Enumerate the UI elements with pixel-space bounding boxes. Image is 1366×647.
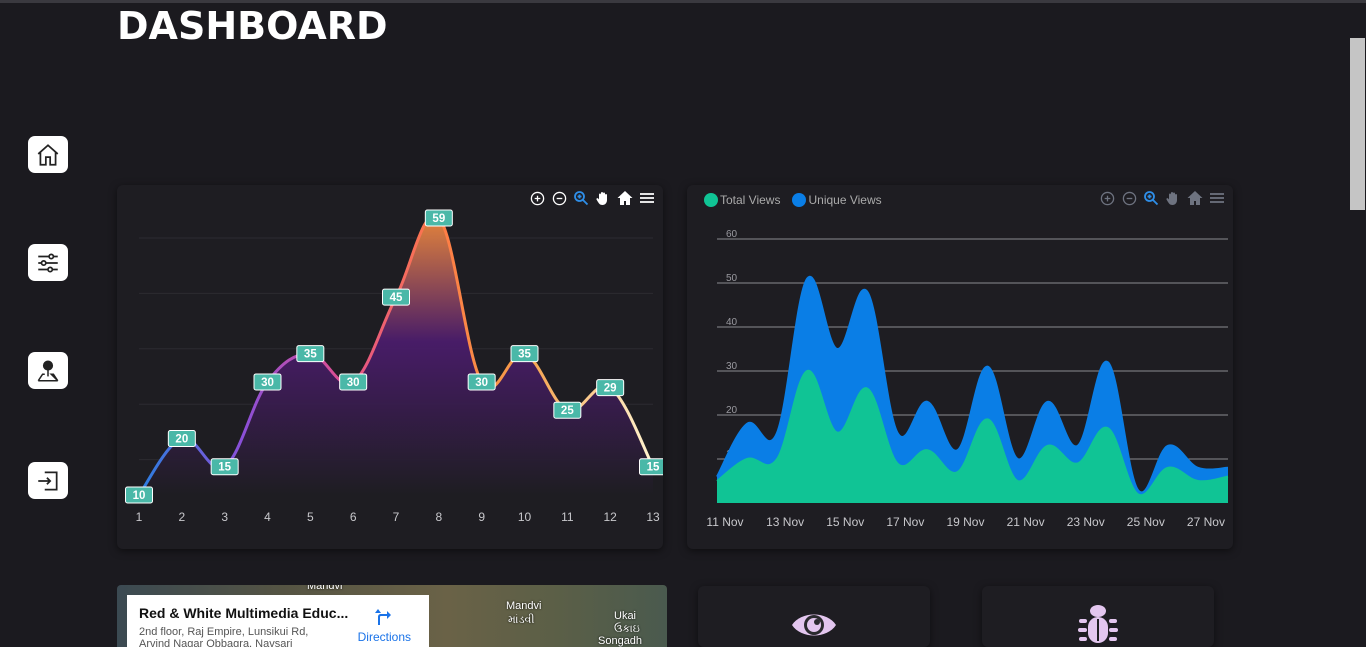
series-area-chart: 102015303530455930352529151 2 3 4 5 6 7 8 9 10 11 1… bbox=[125, 209, 663, 524]
scrollbar-thumb[interactable] bbox=[1350, 38, 1365, 210]
map-label: Ukai bbox=[614, 610, 637, 622]
eye-icon bbox=[792, 614, 836, 636]
scroll-up-area[interactable] bbox=[1349, 3, 1366, 38]
y-tick-label: 40 bbox=[726, 317, 738, 328]
x-tick-label: 6 bbox=[350, 510, 357, 524]
x-tick-label: 7 bbox=[393, 510, 400, 524]
x-tick-label: 11 Nov bbox=[706, 515, 743, 529]
x-tick-label: 3 bbox=[221, 510, 228, 524]
svg-text:35: 35 bbox=[518, 349, 531, 361]
views-stat-card bbox=[698, 586, 930, 647]
y-tick-label: 60 bbox=[726, 229, 738, 240]
data-label: 20 bbox=[167, 429, 196, 447]
data-label: 15 bbox=[210, 458, 239, 476]
directions-icon bbox=[375, 609, 392, 625]
svg-text:30: 30 bbox=[475, 377, 488, 389]
map-place-card: Red & White Multimedia Educ... 2nd floor… bbox=[127, 595, 429, 647]
data-label: 59 bbox=[424, 209, 453, 227]
x-tick-label: 15 Nov bbox=[826, 515, 864, 529]
x-tick-label: 27 Nov bbox=[1187, 515, 1225, 529]
window-top-border bbox=[0, 0, 1366, 3]
directions-label: Directions bbox=[357, 630, 411, 644]
x-tick-label: 2 bbox=[178, 510, 185, 524]
svg-text:15: 15 bbox=[647, 462, 660, 474]
map-pin-icon bbox=[37, 359, 59, 382]
x-tick-label: 1 bbox=[136, 510, 143, 524]
page-title: DASHBOARD bbox=[117, 4, 388, 48]
x-tick-label: 9 bbox=[478, 510, 485, 524]
svg-text:10: 10 bbox=[133, 490, 146, 502]
sidebar-settings-button[interactable] bbox=[28, 244, 68, 281]
map-label: માંડવી bbox=[508, 614, 535, 626]
data-label: 29 bbox=[596, 379, 625, 397]
svg-text:29: 29 bbox=[604, 383, 617, 395]
data-label: 35 bbox=[296, 345, 325, 363]
sidebar-home-button[interactable] bbox=[28, 136, 68, 173]
y-tick-label: 50 bbox=[726, 273, 738, 284]
views-chart-card: Total Views Unique Views 10203040506011 … bbox=[687, 185, 1233, 549]
map-label: Songadh bbox=[598, 635, 643, 647]
y-tick-label: 30 bbox=[726, 361, 738, 372]
x-tick-label: 4 bbox=[264, 510, 271, 524]
map-embed[interactable]: Mandvi Mandvi માંડવી Ukai ઉકાઇ Songadh R… bbox=[117, 585, 667, 647]
logout-icon bbox=[38, 470, 58, 491]
svg-text:25: 25 bbox=[561, 405, 574, 417]
svg-text:15: 15 bbox=[218, 462, 231, 474]
data-label: 30 bbox=[253, 373, 282, 391]
x-tick-label: 19 Nov bbox=[946, 515, 984, 529]
home-icon bbox=[37, 143, 59, 166]
x-tick-label: 13 Nov bbox=[766, 515, 804, 529]
x-tick-label: 23 Nov bbox=[1067, 515, 1105, 529]
data-label: 30 bbox=[339, 373, 368, 391]
svg-text:45: 45 bbox=[390, 292, 403, 304]
svg-text:30: 30 bbox=[347, 377, 360, 389]
svg-text:30: 30 bbox=[261, 377, 274, 389]
data-label: 45 bbox=[382, 288, 410, 306]
bugs-stat-card bbox=[982, 586, 1214, 647]
data-label: 10 bbox=[125, 486, 153, 504]
map-label: Mandvi bbox=[506, 600, 542, 612]
x-tick-label: 13 bbox=[646, 510, 660, 524]
y-tick-label: 20 bbox=[726, 405, 738, 416]
data-label: 30 bbox=[467, 373, 496, 391]
views-area-chart: 10203040506011 Nov13 Nov15 Nov17 Nov19 N… bbox=[706, 229, 1229, 529]
directions-button[interactable]: Directions bbox=[358, 607, 411, 644]
x-tick-label: 11 bbox=[561, 510, 574, 524]
x-tick-label: 8 bbox=[435, 510, 442, 524]
series-chart-card: 10 20 15 30 35 30 45 59 30 35 25 29 15 1 2 3 4 5 6 7 8 9 10 11 1… bbox=[117, 185, 663, 549]
data-label: 15 bbox=[639, 458, 663, 476]
svg-text:20: 20 bbox=[175, 433, 188, 445]
x-tick-label: 17 Nov bbox=[886, 515, 924, 529]
sidebar-map-button[interactable] bbox=[28, 352, 68, 389]
svg-text:59: 59 bbox=[432, 213, 445, 225]
sidebar-logout-button[interactable] bbox=[28, 462, 68, 499]
x-tick-label: 12 bbox=[603, 510, 617, 524]
x-tick-label: 10 bbox=[518, 510, 532, 524]
data-label: 25 bbox=[553, 401, 582, 419]
sliders-icon bbox=[38, 252, 58, 273]
data-label: 35 bbox=[510, 345, 539, 363]
map-label: Mandvi bbox=[307, 585, 343, 592]
bug-icon bbox=[1078, 605, 1118, 643]
x-tick-label: 5 bbox=[307, 510, 314, 524]
area-fill bbox=[139, 215, 653, 495]
svg-text:35: 35 bbox=[304, 349, 317, 361]
x-tick-label: 21 Nov bbox=[1007, 515, 1045, 529]
x-tick-label: 25 Nov bbox=[1127, 515, 1165, 529]
